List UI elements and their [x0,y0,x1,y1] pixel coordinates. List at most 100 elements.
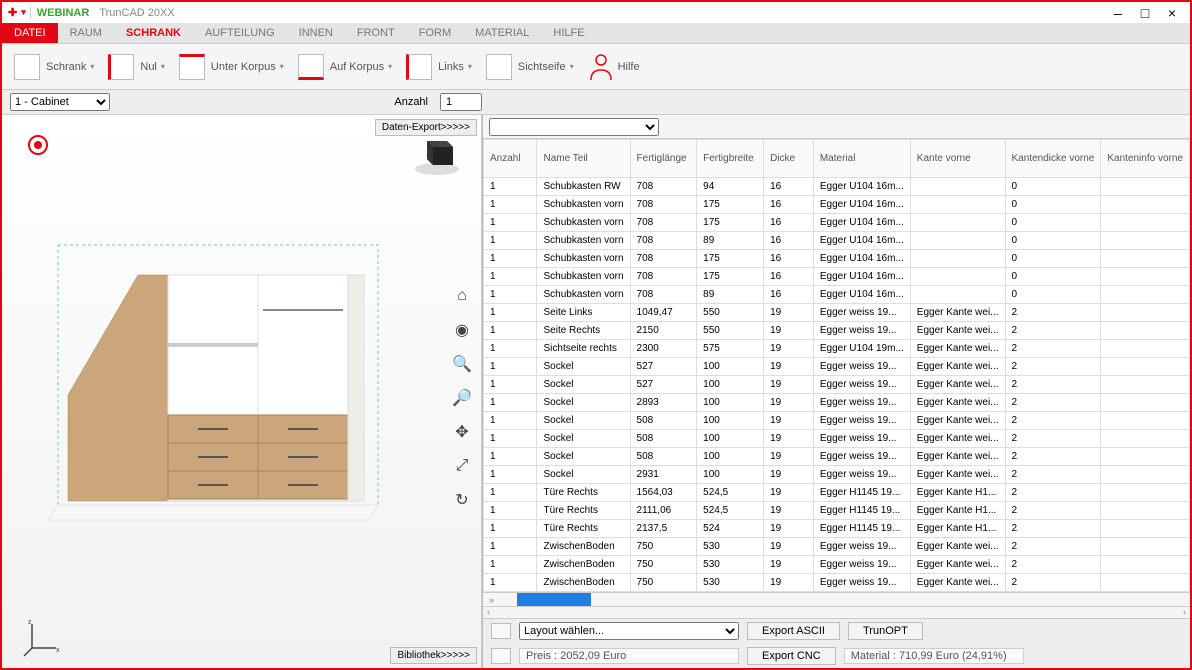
trunopt-button[interactable]: TrunOPT [848,622,923,640]
table-cell[interactable] [910,232,1005,250]
table-cell[interactable]: 1 [484,538,537,556]
table-cell[interactable]: ZwischenBoden [537,538,630,556]
table-cell[interactable]: Egger Kante wei... [910,376,1005,394]
eye-view-icon[interactable]: ◉ [451,319,473,341]
table-cell[interactable]: Egger weiss 19... [813,466,910,484]
table-cell[interactable] [1101,412,1190,430]
col-kanteninfo[interactable]: Kanteninfo vorne [1101,140,1190,178]
table-cell[interactable]: Sockel [537,358,630,376]
table-cell[interactable]: Egger weiss 19... [813,394,910,412]
table-cell[interactable]: 0 [1005,232,1101,250]
table-cell[interactable]: 550 [697,304,764,322]
table-cell[interactable] [1101,556,1190,574]
table-cell[interactable]: 1 [484,250,537,268]
table-cell[interactable] [1101,232,1190,250]
table-cell[interactable]: 100 [697,358,764,376]
table-cell[interactable]: Sockel [537,412,630,430]
table-cell[interactable]: 2 [1005,466,1101,484]
table-cell[interactable]: 1 [484,304,537,322]
ribbon-auf-korpus[interactable]: Auf Korpus▾ [294,52,396,82]
table-row[interactable]: 1Schubkasten vorn70817516Egger U104 16m.… [484,214,1190,232]
table-cell[interactable]: Egger weiss 19... [813,538,910,556]
table-cell[interactable]: 16 [764,250,814,268]
table-cell[interactable]: 175 [697,250,764,268]
table-cell[interactable]: 19 [764,394,814,412]
table-cell[interactable]: 1 [484,412,537,430]
table-cell[interactable]: 19 [764,574,814,592]
table-row[interactable]: 1Türe Rechts2111,06524,519Egger H1145 19… [484,502,1190,520]
table-cell[interactable] [1101,574,1190,592]
table-cell[interactable]: 16 [764,286,814,304]
table-cell[interactable]: 2 [1005,304,1101,322]
table-cell[interactable]: 2 [1005,502,1101,520]
table-row[interactable]: 1Türe Rechts1564,03524,519Egger H1145 19… [484,484,1190,502]
table-cell[interactable]: 2111,06 [630,502,697,520]
table-cell[interactable]: 19 [764,304,814,322]
table-cell[interactable]: Egger Kante wei... [910,574,1005,592]
table-cell[interactable]: 0 [1005,214,1101,232]
table-row[interactable]: 1Seite Rechts215055019Egger weiss 19...E… [484,322,1190,340]
table-cell[interactable]: Seite Rechts [537,322,630,340]
table-row[interactable]: 1Sichtseite rechts230057519Egger U104 19… [484,340,1190,358]
table-cell[interactable]: 175 [697,268,764,286]
export-cnc-button[interactable]: Export CNC [747,647,836,665]
table-cell[interactable]: Egger Kante wei... [910,358,1005,376]
tab-innen[interactable]: INNEN [287,23,345,43]
table-cell[interactable]: 19 [764,430,814,448]
table-cell[interactable] [910,250,1005,268]
table-cell[interactable]: 1049,47 [630,304,697,322]
table-cell[interactable]: Egger U104 16m... [813,286,910,304]
table-cell[interactable]: 575 [697,340,764,358]
table-cell[interactable]: Egger U104 16m... [813,232,910,250]
table-row[interactable]: 1Schubkasten vorn70817516Egger U104 16m.… [484,268,1190,286]
table-cell[interactable] [1101,286,1190,304]
table-cell[interactable]: 19 [764,556,814,574]
table-cell[interactable]: 527 [630,376,697,394]
table-cell[interactable]: Egger weiss 19... [813,322,910,340]
table-cell[interactable]: 708 [630,250,697,268]
table-cell[interactable] [1101,196,1190,214]
table-cell[interactable]: 175 [697,196,764,214]
table-cell[interactable] [1101,430,1190,448]
table-cell[interactable]: 1 [484,448,537,466]
table-cell[interactable]: 16 [764,178,814,196]
grid-scroll[interactable]: Anzahl Name Teil Fertiglänge Fertigbreit… [483,139,1190,592]
table-cell[interactable]: Egger Kante H1... [910,502,1005,520]
table-cell[interactable]: 19 [764,502,814,520]
table-row[interactable]: 1Türe Rechts2137,552419Egger H1145 19...… [484,520,1190,538]
table-cell[interactable]: Schubkasten vorn [537,286,630,304]
ribbon-links[interactable]: Links▾ [402,52,476,82]
view-cube-icon[interactable] [409,125,465,181]
table-cell[interactable] [1101,268,1190,286]
table-row[interactable]: 1Sockel52710019Egger weiss 19...Egger Ka… [484,358,1190,376]
table-cell[interactable]: Egger weiss 19... [813,412,910,430]
table-cell[interactable]: Schubkasten vorn [537,196,630,214]
table-cell[interactable]: 19 [764,412,814,430]
table-cell[interactable]: Egger H1145 19... [813,502,910,520]
table-cell[interactable]: 524,5 [697,502,764,520]
pan-icon[interactable]: ✥ [451,421,473,443]
table-cell[interactable]: 100 [697,376,764,394]
table-row[interactable]: 1Sockel289310019Egger weiss 19...Egger K… [484,394,1190,412]
table-cell[interactable]: 2 [1005,556,1101,574]
table-cell[interactable]: 750 [630,556,697,574]
table-cell[interactable]: ZwischenBoden [537,556,630,574]
table-row[interactable]: 1Schubkasten RW7089416Egger U104 16m...0 [484,178,1190,196]
table-cell[interactable]: 2 [1005,358,1101,376]
table-cell[interactable] [910,268,1005,286]
table-cell[interactable]: 100 [697,430,764,448]
table-cell[interactable]: Egger Kante wei... [910,322,1005,340]
table-cell[interactable]: 2150 [630,322,697,340]
table-row[interactable]: 1Sockel50810019Egger weiss 19...Egger Ka… [484,430,1190,448]
ribbon-hilfe[interactable]: Hilfe [584,50,644,84]
table-cell[interactable]: 2 [1005,376,1101,394]
table-cell[interactable]: Schubkasten vorn [537,250,630,268]
table-cell[interactable]: 19 [764,466,814,484]
zoom-in-icon[interactable]: 🔍 [451,353,473,375]
table-cell[interactable] [1101,340,1190,358]
table-cell[interactable]: 19 [764,322,814,340]
zoom-fit-icon[interactable]: ⤢ [451,455,473,477]
horizontal-scrollbar[interactable]: ‹ › [483,606,1190,618]
table-cell[interactable]: Türe Rechts [537,484,630,502]
col-fertiglaenge[interactable]: Fertiglänge [630,140,697,178]
